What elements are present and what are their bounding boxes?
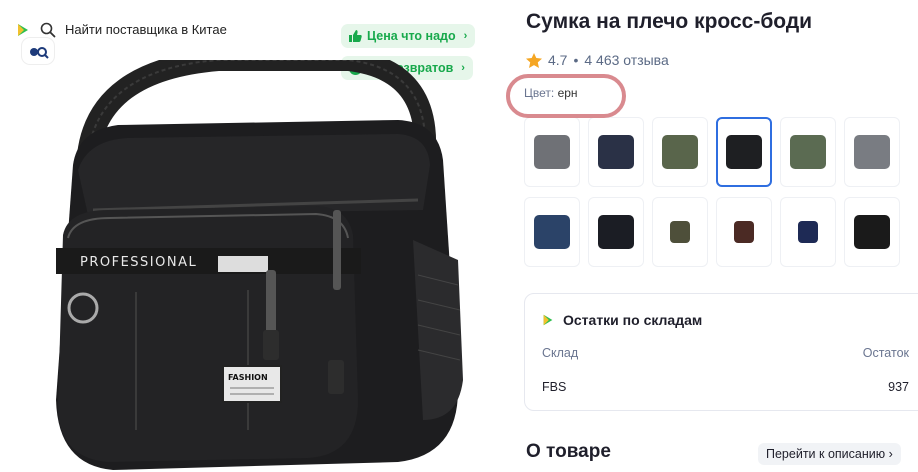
stock-card-title: Остатки по складам — [563, 312, 703, 328]
color-variant-thumb[interactable] — [588, 197, 644, 267]
color-variant-thumb[interactable] — [780, 117, 836, 187]
color-variant-thumb[interactable] — [588, 117, 644, 187]
rating-value: 4.7 — [548, 52, 568, 68]
product-title: Сумка на плечо кросс-боди — [526, 10, 813, 33]
color-variant-thumb[interactable] — [524, 117, 580, 187]
color-label-highlight — [506, 74, 626, 118]
variant-swatch — [662, 135, 698, 169]
search-icon[interactable] — [40, 22, 56, 38]
stock-card: Остатки по складам Склад Остаток FBS 937 — [524, 293, 918, 411]
variant-swatch — [534, 135, 570, 169]
thumbs-up-icon — [349, 30, 362, 42]
variant-swatch — [598, 215, 634, 249]
goto-description-button[interactable]: Перейти к описанию › — [758, 443, 901, 465]
color-variant-thumb[interactable] — [780, 197, 836, 267]
rating-summary[interactable]: 4.7 • 4 463 отзыва — [526, 52, 669, 68]
variant-swatch — [854, 135, 890, 169]
color-variant-thumb[interactable] — [716, 197, 772, 267]
product-info-panel: Сумка на плечо кросс-боди 4.7 • 4 463 от… — [500, 0, 918, 472]
brand-logo-icon — [543, 314, 553, 326]
stock-column-warehouse: Склад — [542, 346, 579, 360]
color-variant-thumb[interactable] — [844, 117, 900, 187]
reviews-count[interactable]: 4 463 отзыва — [584, 52, 668, 68]
variant-swatch — [734, 221, 754, 243]
bag-label-text: FASHION — [228, 373, 268, 382]
bag-print-text: PROFESSIONAL — [80, 255, 197, 270]
stock-row-warehouse: FBS — [542, 380, 567, 394]
price-badge[interactable]: Цена что надо › — [341, 24, 476, 48]
variant-swatch — [670, 221, 690, 243]
color-variant-thumb[interactable] — [524, 197, 580, 267]
color-variant-thumb[interactable] — [844, 197, 900, 267]
about-product-heading: О товаре — [526, 441, 611, 462]
find-supplier-link[interactable]: Найти поставщика в Китае — [65, 22, 227, 37]
variant-swatch — [798, 221, 818, 243]
variant-swatch — [854, 215, 890, 249]
color-variant-grid — [524, 117, 900, 267]
price-badge-label: Цена что надо — [367, 29, 456, 43]
variant-swatch — [790, 135, 826, 169]
variant-swatch — [534, 215, 570, 249]
color-variant-thumb[interactable] — [716, 117, 772, 187]
product-gallery: Найти поставщика в Китае Цена что надо ›… — [0, 0, 500, 472]
stock-row-quantity: 937 — [888, 380, 909, 394]
rating-separator: • — [573, 52, 579, 68]
variant-swatch — [726, 135, 762, 169]
variant-swatch — [598, 135, 634, 169]
stock-column-quantity: Остаток — [862, 346, 909, 360]
brand-logo-icon — [18, 24, 28, 36]
color-variant-thumb[interactable] — [652, 197, 708, 267]
star-icon — [526, 52, 542, 68]
color-variant-thumb[interactable] — [652, 117, 708, 187]
product-image[interactable]: PROFESSIONAL FASHION — [18, 60, 478, 472]
chevron-right-icon: › — [463, 30, 468, 42]
stock-card-header: Остатки по складам — [541, 312, 702, 328]
